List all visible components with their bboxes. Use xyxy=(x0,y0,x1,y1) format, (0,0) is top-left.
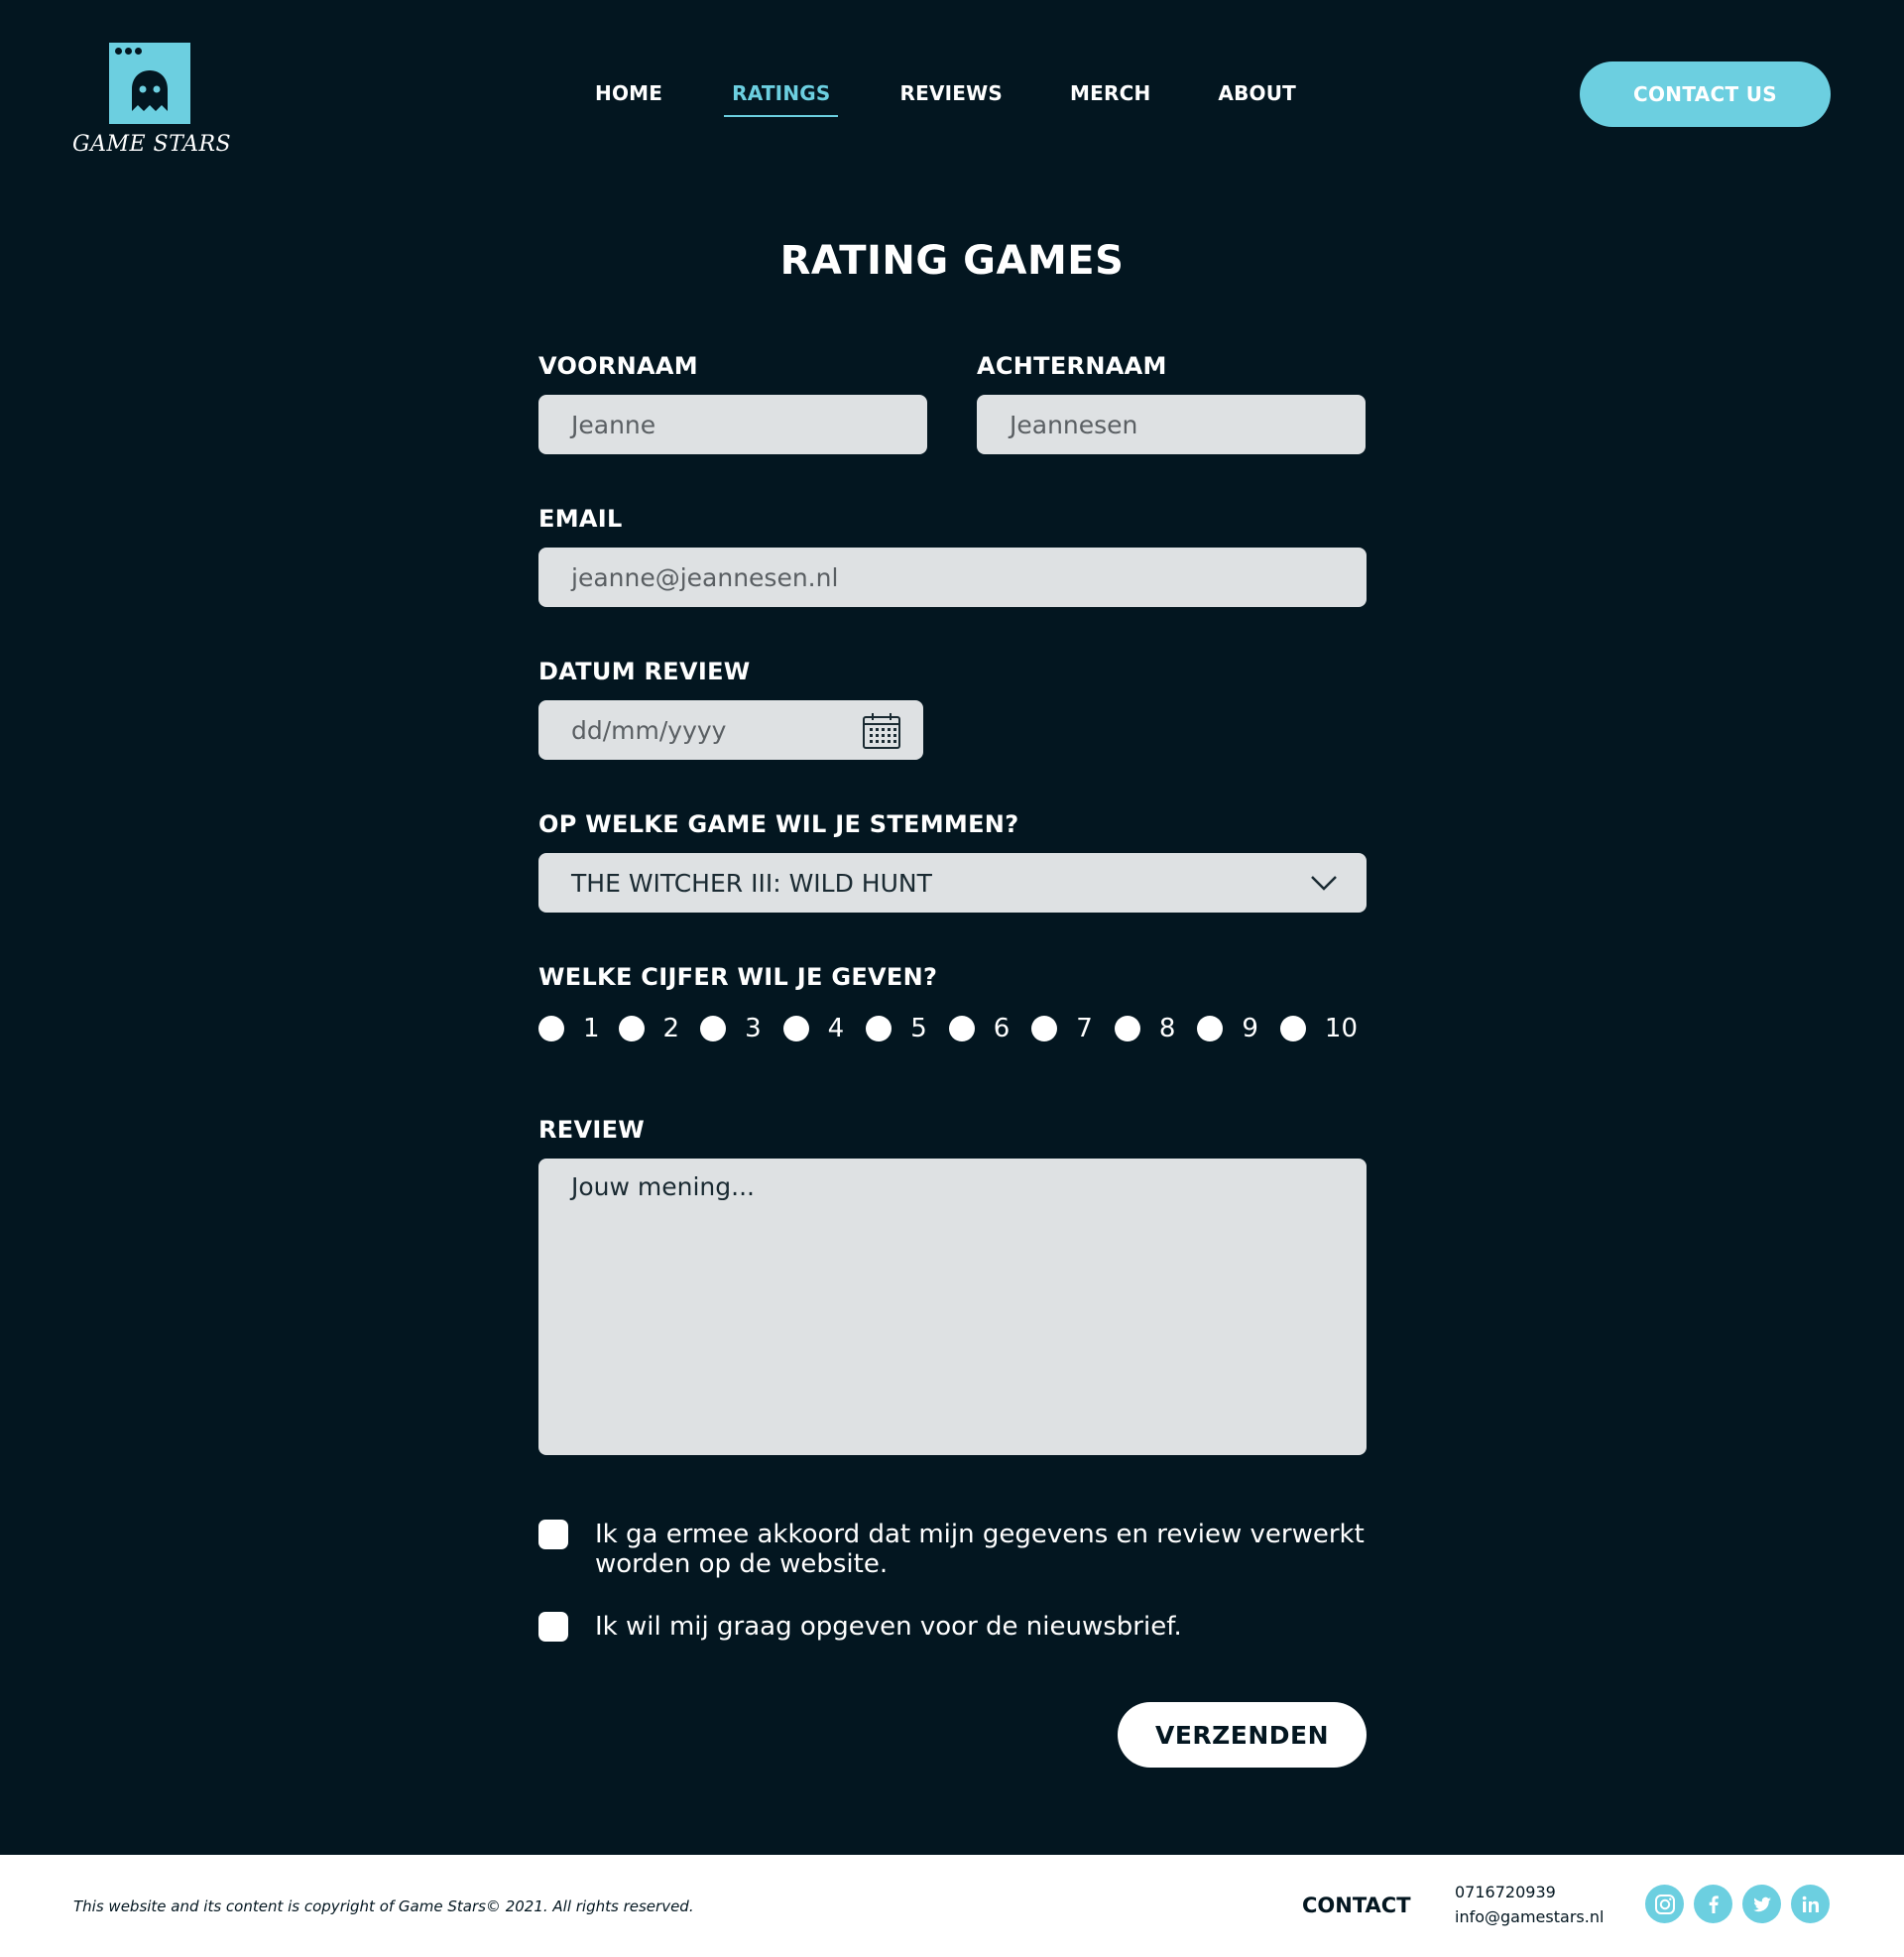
date-placeholder: dd/mm/yyyy xyxy=(571,715,727,745)
rating-option-label: 9 xyxy=(1242,1014,1258,1043)
rating-radio-6[interactable] xyxy=(948,1016,975,1041)
nav-about[interactable]: ABOUT xyxy=(1218,81,1296,105)
linkedin-icon[interactable] xyxy=(1791,1885,1830,1923)
game-select[interactable]: THE WITCHER III: WILD HUNT xyxy=(538,853,1367,913)
rating-radio-8[interactable] xyxy=(1114,1016,1140,1041)
review-label: REVIEW xyxy=(538,1116,646,1144)
firstname-label: VOORNAAM xyxy=(538,352,698,380)
rating-radio-7[interactable] xyxy=(1031,1016,1058,1041)
chevron-down-icon xyxy=(1311,876,1337,891)
footer-phone[interactable]: 0716720939 xyxy=(1455,1883,1556,1901)
rating-radio-group: 1 2 3 4 5 6 7 8 9 10 xyxy=(538,1014,1358,1043)
nav-ratings[interactable]: RATINGS xyxy=(724,81,839,117)
game-selected-value: THE WITCHER III: WILD HUNT xyxy=(571,868,932,898)
footer-contact-heading: CONTACT xyxy=(1302,1894,1411,1917)
brand-logo[interactable]: GAME STARS xyxy=(72,43,232,157)
submit-button[interactable]: VERZENDEN xyxy=(1118,1702,1367,1768)
footer: This website and its content is copyrigh… xyxy=(0,1855,1904,1957)
footer-email[interactable]: info@gamestars.nl xyxy=(1455,1907,1604,1926)
calendar-icon[interactable] xyxy=(862,712,901,750)
date-label: DATUM REVIEW xyxy=(538,658,751,685)
consent-label: Ik ga ermee akkoord dat mijn gegevens en… xyxy=(595,1520,1365,1579)
rating-option-label: 10 xyxy=(1324,1014,1359,1043)
lastname-input[interactable]: Jeannesen xyxy=(977,395,1366,454)
copyright-text: This website and its content is copyrigh… xyxy=(73,1897,694,1915)
date-input[interactable]: dd/mm/yyyy xyxy=(538,700,923,760)
rating-label: WELKE CIJFER WIL JE GEVEN? xyxy=(538,963,938,991)
rating-option-label: 7 xyxy=(1076,1014,1093,1043)
rating-option-label: 8 xyxy=(1158,1014,1176,1043)
rating-radio-2[interactable] xyxy=(618,1016,645,1041)
consent-checkbox[interactable] xyxy=(538,1520,568,1549)
rating-radio-1[interactable] xyxy=(538,1016,564,1041)
rating-radio-10[interactable] xyxy=(1279,1016,1306,1041)
rating-radio-5[interactable] xyxy=(866,1016,892,1041)
firstname-input[interactable]: Jeanne xyxy=(538,395,927,454)
page-title: RATING GAMES xyxy=(779,238,1125,284)
rating-option-label: 1 xyxy=(583,1014,600,1043)
game-label: OP WELKE GAME WIL JE STEMMEN? xyxy=(538,810,1019,838)
rating-radio-9[interactable] xyxy=(1197,1016,1224,1041)
ghost-icon xyxy=(108,43,190,124)
rating-option-label: 5 xyxy=(910,1014,927,1043)
email-input[interactable]: jeanne@jeannesen.nl xyxy=(538,548,1367,607)
rating-option-label: 6 xyxy=(993,1014,1011,1043)
newsletter-checkbox[interactable] xyxy=(538,1612,568,1642)
rating-radio-3[interactable] xyxy=(700,1016,727,1041)
nav-home[interactable]: HOME xyxy=(595,81,662,105)
social-links xyxy=(1645,1885,1830,1923)
rating-option-label: 2 xyxy=(662,1014,680,1043)
email-label: EMAIL xyxy=(538,505,623,533)
twitter-icon[interactable] xyxy=(1742,1885,1781,1923)
contact-us-button[interactable]: CONTACT US xyxy=(1580,61,1831,127)
rating-radio-4[interactable] xyxy=(782,1016,809,1041)
nav-reviews[interactable]: REVIEWS xyxy=(899,81,1003,105)
brand-name: GAME STARS xyxy=(72,132,232,157)
nav-merch[interactable]: MERCH xyxy=(1070,81,1150,105)
facebook-icon[interactable] xyxy=(1694,1885,1732,1923)
rating-option-label: 4 xyxy=(827,1014,845,1043)
main-nav: HOME RATINGS REVIEWS MERCH ABOUT xyxy=(595,81,1364,117)
instagram-icon[interactable] xyxy=(1645,1885,1684,1923)
rating-option-label: 3 xyxy=(745,1014,762,1043)
review-textarea[interactable]: Jouw mening... xyxy=(538,1159,1367,1455)
newsletter-label: Ik wil mij graag opgeven voor de nieuwsb… xyxy=(595,1612,1182,1642)
lastname-label: ACHTERNAAM xyxy=(977,352,1167,380)
